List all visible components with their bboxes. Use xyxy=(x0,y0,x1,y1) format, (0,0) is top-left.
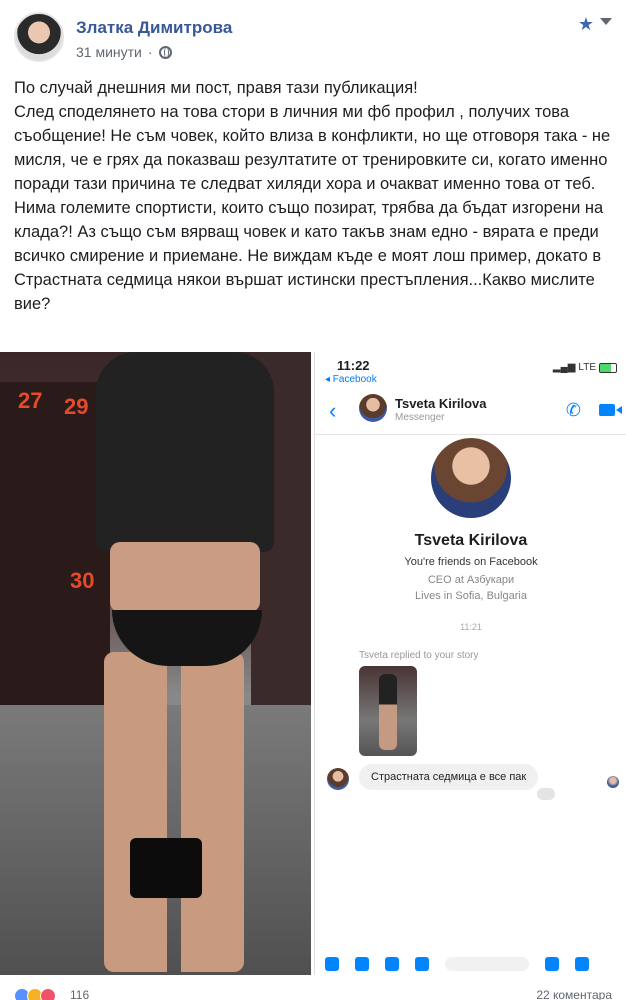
reaction-icon xyxy=(537,788,555,800)
emoji-icon xyxy=(545,957,559,971)
globe-icon xyxy=(158,45,172,59)
message-field xyxy=(445,957,529,971)
replied-label: Tsveta replied to your story xyxy=(359,650,479,661)
work-line: CEO at Азбукари xyxy=(427,574,515,586)
read-receipt-avatar xyxy=(607,776,619,788)
lives-line: Lives in Sofia, Bulgaria xyxy=(415,590,527,602)
author-avatar[interactable] xyxy=(14,12,64,62)
video-call-icon xyxy=(599,404,615,416)
figure-legs xyxy=(104,652,244,972)
status-time: 11:22 xyxy=(337,358,370,373)
comments-count[interactable]: 22 коментара xyxy=(536,988,612,1000)
conversation-header: ‹ Tsveta Kirilova Messenger ✆ xyxy=(315,390,626,435)
locker-number: 29 xyxy=(64,394,89,419)
composer-bar xyxy=(315,953,626,975)
signal-indicator: ▂▄▆ LTE xyxy=(553,362,617,373)
separator: · xyxy=(147,44,153,60)
figure-top xyxy=(96,352,274,552)
post-time[interactable]: 31 минути xyxy=(76,44,142,60)
contact-subtitle: Messenger xyxy=(395,412,445,423)
story-thumbnail xyxy=(359,666,417,756)
reaction-icons[interactable] xyxy=(14,988,56,1000)
star-icon[interactable]: ★ xyxy=(578,14,594,35)
reaction-count[interactable]: 116 xyxy=(70,988,89,1000)
image-icon xyxy=(385,957,399,971)
post-photo-messenger[interactable]: 11:22 ◂ Facebook ▂▄▆ LTE ‹ Tsveta Kirilo… xyxy=(314,352,626,975)
post-paragraph: По случай днешния ми пост, правя тази пу… xyxy=(14,79,418,97)
love-reaction-icon xyxy=(40,988,56,1000)
chevron-down-icon[interactable] xyxy=(600,18,612,25)
friends-line: You're friends on Facebook xyxy=(404,556,538,568)
locker-number: 27 xyxy=(18,388,43,413)
message-bubble: Страстната седмица е все пак xyxy=(359,764,539,790)
post-photo-left[interactable]: 27 29 30 xyxy=(0,352,311,975)
battery-icon xyxy=(599,362,617,373)
post-paragraph: След споделянето на това стори в личния … xyxy=(14,103,611,193)
phone-call-icon: ✆ xyxy=(565,400,581,420)
locker-number: 30 xyxy=(70,568,95,593)
figure-midriff xyxy=(110,542,260,612)
post-paragraph: Нима големите спортисти, които също пози… xyxy=(14,199,604,313)
sender-avatar xyxy=(327,768,349,790)
network-label: LTE xyxy=(578,362,596,373)
author-name[interactable]: Златка Димитрова xyxy=(76,18,232,38)
message-timestamp: 11:21 xyxy=(460,622,482,632)
phone-icon xyxy=(130,838,202,898)
post-footer: 116 22 коментара xyxy=(14,986,612,1000)
like-icon xyxy=(575,957,589,971)
signal-bars-icon: ▂▄▆ xyxy=(552,362,576,373)
profile-photo xyxy=(431,438,511,518)
contact-name: Tsveta Kirilova xyxy=(395,396,487,411)
post-text: По случай днешния ми пост, правя тази пу… xyxy=(14,76,614,316)
post-meta: 31 минути · xyxy=(76,44,172,60)
back-chevron-icon: ‹ xyxy=(329,398,337,423)
status-bar: 11:22 ◂ Facebook ▂▄▆ LTE xyxy=(315,352,626,392)
back-to-app: ◂ Facebook xyxy=(325,374,377,385)
contact-avatar xyxy=(359,394,387,422)
post-header: Златка Димитрова 31 минути · ★ xyxy=(14,10,612,66)
locker-wall: 27 29 30 xyxy=(0,382,110,742)
mic-icon xyxy=(415,957,429,971)
camera-icon xyxy=(355,957,369,971)
menu-icon xyxy=(325,957,339,971)
profile-name: Tsveta Kirilova xyxy=(414,532,528,549)
